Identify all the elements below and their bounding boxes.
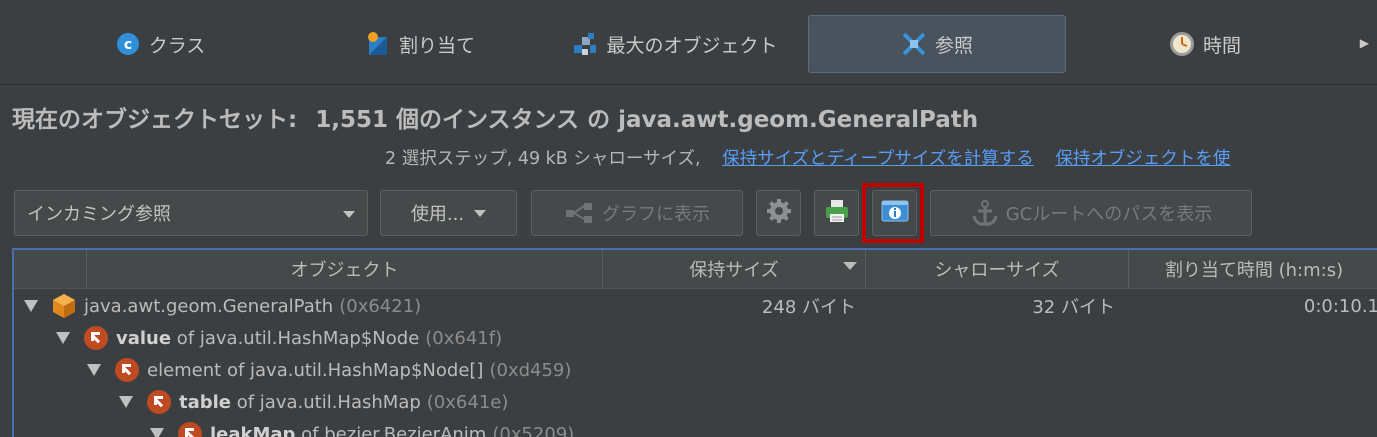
chevron-down-icon <box>343 211 355 218</box>
summary-text: 2 選択ステップ, 49 kB シャローサイズ, <box>385 149 701 169</box>
expand-toggle-icon[interactable] <box>119 396 133 408</box>
column-header-allocation-time[interactable]: 割り当て時間 (h:m:s) <box>1128 250 1377 288</box>
object-cube-icon <box>52 293 76 319</box>
show-in-graph-button[interactable]: グラフに表示 <box>531 190 743 236</box>
allocation-time-cell: 0:0:10.1 <box>1303 295 1377 317</box>
tab-scroll-right-icon[interactable]: ▶ <box>1360 36 1369 50</box>
incoming-reference-icon <box>147 390 171 414</box>
table-header: オブジェクト 保持サイズ シャローサイズ 割り当て時間 (h:m:s) <box>14 250 1377 289</box>
reference-type-select[interactable]: インカミング参照 <box>14 190 368 236</box>
time-icon <box>1169 31 1195 57</box>
object-address: (0x641f) <box>425 327 503 349</box>
holder-class: of java.util.HashMap <box>231 391 421 413</box>
field-name: table <box>179 391 232 413</box>
object-address: (0xd459) <box>489 359 572 381</box>
field-name: value <box>116 327 172 349</box>
class-icon: c <box>115 31 141 57</box>
calculate-retained-sizes-link[interactable]: 保持サイズとディープサイズを計算する <box>722 149 1034 169</box>
title-prefix: 現在のオブジェクトセット: <box>12 107 298 133</box>
chevron-down-icon <box>474 209 487 217</box>
title-count: 1,551 個のインスタンス の java.awt.geom.GeneralPa… <box>315 107 979 133</box>
expand-toggle-icon[interactable] <box>150 428 164 437</box>
object-set-title: 現在のオブジェクトセット: 1,551 個のインスタンス の java.awt.… <box>12 100 978 134</box>
toolbar: インカミング参照 使用... グラフに表示 GCルートへのパスを表示 <box>0 190 1377 238</box>
tab-label: クラス <box>148 34 206 57</box>
table-row[interactable]: value of java.util.HashMap$Node (0x641f) <box>14 322 1377 354</box>
tab-classes[interactable]: c クラス <box>60 15 260 73</box>
printer-icon <box>823 197 851 230</box>
show-gc-root-path-button[interactable]: GCルートへのパスを表示 <box>930 190 1252 236</box>
incoming-reference-icon <box>178 422 202 437</box>
expand-toggle-icon[interactable] <box>24 300 38 312</box>
gear-icon <box>765 197 793 230</box>
incoming-reference-icon <box>115 358 139 382</box>
tab-references[interactable]: 参照 <box>808 15 1066 73</box>
holder-class: element of java.util.HashMap$Node[] <box>147 359 484 381</box>
table-row[interactable]: table of java.util.HashMap (0x641e) <box>14 386 1377 418</box>
select-value: インカミング参照 <box>27 204 171 225</box>
column-header-shallow-size[interactable]: シャローサイズ <box>865 250 1128 288</box>
column-header-retained-size[interactable]: 保持サイズ <box>602 250 865 288</box>
field-name: leakMap <box>210 423 296 437</box>
graph-icon <box>564 201 594 225</box>
tab-label: 時間 <box>1202 34 1241 57</box>
references-icon <box>901 31 927 57</box>
highlight-box <box>862 183 924 243</box>
view-tabbar: c クラス 割り当て 最大のオブジェクト 参照 時間 ▶ <box>0 0 1377 84</box>
anchor-icon <box>970 199 1000 227</box>
reference-tree-table: オブジェクト 保持サイズ シャローサイズ 割り当て時間 (h:m:s) java… <box>12 248 1377 437</box>
use-button[interactable]: 使用... <box>380 190 517 236</box>
expand-toggle-icon[interactable] <box>87 364 101 376</box>
allocation-icon <box>365 31 391 57</box>
tab-allocations[interactable]: 割り当て <box>320 15 520 73</box>
gc-button-label: GCルートへのパスを表示 <box>1005 204 1213 225</box>
svg-text:c: c <box>124 37 132 53</box>
use-button-label: 使用... <box>410 204 465 225</box>
object-name: java.awt.geom.GeneralPath <box>84 295 334 317</box>
incoming-reference-icon <box>84 326 108 350</box>
print-button[interactable] <box>814 190 859 236</box>
settings-button[interactable] <box>756 190 801 236</box>
tab-label: 最大のオブジェクト <box>606 34 778 57</box>
tab-label: 参照 <box>934 34 973 57</box>
tab-time[interactable]: 時間 <box>1130 15 1280 73</box>
expand-toggle-icon[interactable] <box>56 332 70 344</box>
object-address: (0x641e) <box>426 391 509 413</box>
biggest-objects-icon <box>572 31 598 57</box>
object-address: (0x6421) <box>339 295 422 317</box>
holder-class: of bezier.BezierAnim <box>295 423 487 437</box>
table-row[interactable]: leakMap of bezier.BezierAnim (0x5209) <box>14 418 1377 437</box>
object-set-summary: 2 選択ステップ, 49 kB シャローサイズ, 保持サイズとディープサイズを計… <box>385 145 1230 170</box>
holder-class: of java.util.HashMap$Node <box>171 327 420 349</box>
retained-size-cell: 248 バイト <box>761 297 856 318</box>
tab-biggest-objects[interactable]: 最大のオブジェクト <box>555 15 795 73</box>
table-row[interactable]: java.awt.geom.GeneralPath (0x6421) 248 バ… <box>14 290 1377 322</box>
tab-label: 割り当て <box>398 34 475 57</box>
object-address: (0x5209) <box>492 423 575 437</box>
tabbar-divider <box>0 84 1377 85</box>
table-row[interactable]: element of java.util.HashMap$Node[] (0xd… <box>14 354 1377 386</box>
column-header-object[interactable]: オブジェクト <box>86 250 602 288</box>
use-retained-objects-link[interactable]: 保持オブジェクトを使 <box>1055 149 1230 169</box>
graph-button-label: グラフに表示 <box>602 204 710 225</box>
sort-descending-icon <box>843 262 857 270</box>
shallow-size-cell: 32 バイト <box>1032 297 1115 318</box>
